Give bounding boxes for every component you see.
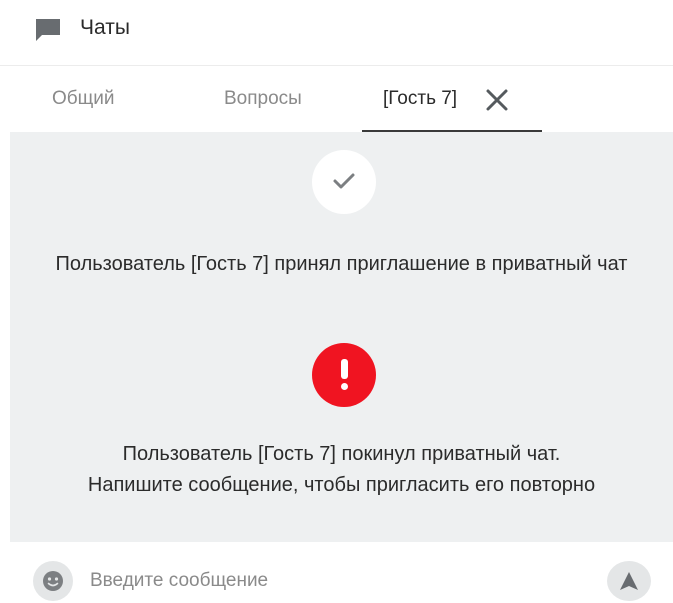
- message-input[interactable]: [90, 566, 580, 596]
- close-icon[interactable]: [483, 86, 511, 114]
- check-badge: [312, 150, 376, 214]
- send-icon: [620, 572, 638, 590]
- chat-header: Чаты: [0, 0, 673, 66]
- chat-tabs: Общий Вопросы [Гость 7]: [10, 66, 673, 132]
- tab-questions[interactable]: Вопросы: [224, 88, 302, 110]
- alert-badge: [312, 343, 376, 407]
- alert-icon: [341, 359, 348, 379]
- composer: [10, 542, 673, 603]
- send-button[interactable]: [607, 561, 651, 601]
- tab-guest-7[interactable]: [Гость 7]: [362, 66, 542, 132]
- check-icon: [333, 173, 355, 189]
- system-message-accepted: Пользователь [Гость 7] принял приглашени…: [55, 253, 628, 275]
- emoji-icon: [43, 571, 63, 591]
- system-message-left-line1: Пользователь [Гость 7] покинул приватный…: [122, 443, 561, 465]
- tab-guest-7-label: [Гость 7]: [383, 88, 458, 109]
- tab-general[interactable]: Общий: [52, 88, 115, 110]
- system-message-left-line2: Напишите сообщение, чтобы пригласить его…: [87, 474, 596, 496]
- chat-bubble-icon: [36, 19, 60, 41]
- alert-icon-dot: [341, 383, 348, 390]
- messages-area: Пользователь [Гость 7] принял приглашени…: [10, 132, 673, 542]
- page-title: Чаты: [80, 16, 130, 39]
- system-message-left: Пользователь [Гость 7] покинул приватный…: [10, 439, 673, 501]
- emoji-button[interactable]: [33, 561, 73, 601]
- chat-panel: Чаты Общий Вопросы [Гость 7] Пользовател…: [0, 0, 673, 603]
